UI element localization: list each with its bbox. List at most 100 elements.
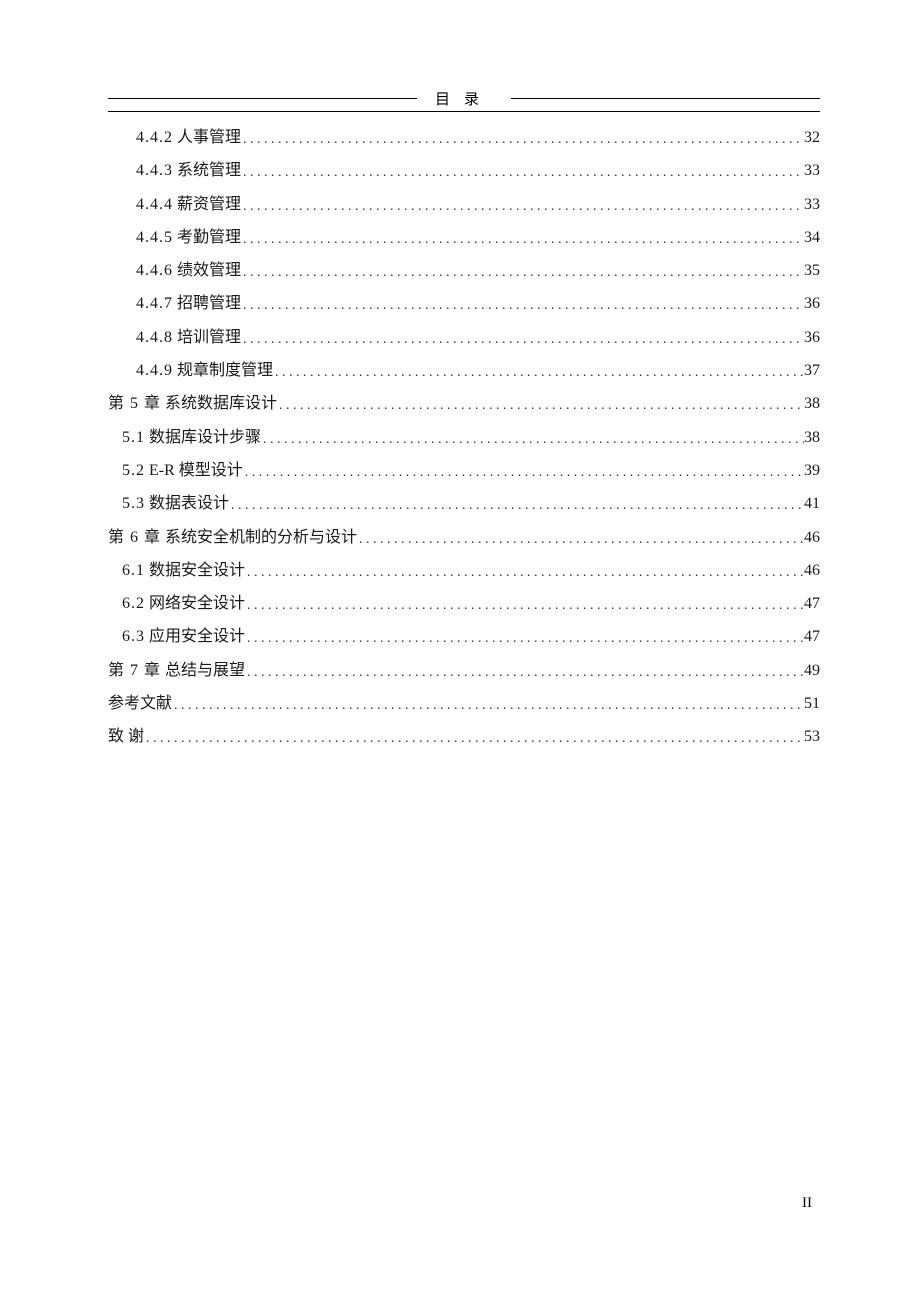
toc-entry-number: 第 5 章 (108, 395, 161, 412)
toc-entry: 4.4.6 绩效管理 35 (108, 259, 820, 284)
toc-entry-page: 46 (804, 526, 820, 551)
toc-entry-page: 53 (804, 725, 820, 750)
toc-entry-label: 第 7 章 总结与展望 (108, 659, 245, 684)
toc-entry-number: 6.3 (122, 628, 145, 645)
toc-leader-dots (144, 728, 804, 750)
toc-entry-number: 4.4.6 (136, 262, 173, 279)
header-rule-right (511, 98, 820, 99)
toc-entry-label: 5.1 数据库设计步骤 (122, 426, 261, 451)
toc-entry: 6.1 数据安全设计 46 (108, 559, 820, 584)
document-page: 目录 4.4.2 人事管理324.4.3 系统管理334.4.4 薪资管理334… (0, 0, 920, 750)
toc-entry-page: 49 (804, 659, 820, 684)
toc-entry-label: 4.4.9 规章制度管理 (136, 359, 273, 384)
toc-entry-number: 第 7 章 (108, 662, 161, 679)
toc-entry: 第 7 章 总结与展望 49 (108, 659, 820, 684)
toc-entry-title: 数据安全设计 (149, 562, 245, 579)
toc-entry: 第 6 章 系统安全机制的分析与设计46 (108, 526, 820, 551)
header-title: 目录 (417, 88, 511, 109)
table-of-contents: 4.4.2 人事管理324.4.3 系统管理334.4.4 薪资管理334.4.… (108, 126, 820, 750)
toc-entry-page: 36 (804, 292, 820, 317)
toc-leader-dots (245, 595, 804, 617)
toc-entry-label: 4.4.8 培训管理 (136, 326, 241, 351)
toc-entry-title: 招聘管理 (177, 295, 241, 312)
toc-entry-number: 4.4.4 (136, 196, 173, 213)
header-rule-left (108, 98, 417, 99)
toc-entry-page: 41 (804, 492, 820, 517)
toc-entry-page: 51 (804, 692, 820, 717)
header-underline (108, 111, 820, 112)
toc-entry-title: 系统管理 (177, 162, 241, 179)
toc-leader-dots (245, 562, 804, 584)
toc-entry: 5.3 数据表设计 41 (108, 492, 820, 517)
toc-entry-page: 39 (804, 459, 820, 484)
toc-entry-label: 6.3 应用安全设计 (122, 625, 245, 650)
page-number-footer: II (802, 1195, 812, 1212)
toc-leader-dots (241, 295, 804, 317)
toc-entry-title: 数据表设计 (149, 495, 229, 512)
toc-entry-label: 4.4.4 薪资管理 (136, 193, 241, 218)
toc-entry-label: 4.4.6 绩效管理 (136, 259, 241, 284)
toc-entry-title: 考勤管理 (177, 229, 241, 246)
toc-entry-label: 参考文献 (108, 692, 172, 717)
toc-entry-page: 35 (804, 259, 820, 284)
toc-entry-number: 5.3 (122, 495, 145, 512)
toc-entry-page: 33 (804, 159, 820, 184)
toc-leader-dots (357, 529, 804, 551)
toc-entry-title: 绩效管理 (177, 262, 241, 279)
toc-entry: 参考文献 51 (108, 692, 820, 717)
toc-entry-number: 4.4.2 (136, 129, 173, 146)
toc-entry-title: 应用安全设计 (149, 628, 245, 645)
toc-entry-number: 4.4.9 (136, 362, 173, 379)
toc-entry-label: 6.2 网络安全设计 (122, 592, 245, 617)
toc-entry-number: 6.2 (122, 595, 145, 612)
toc-entry-page: 47 (804, 592, 820, 617)
toc-leader-dots (241, 262, 804, 284)
toc-entry-page: 36 (804, 326, 820, 351)
toc-entry-number: 5.1 (122, 429, 145, 446)
toc-entry-title: 规章制度管理 (177, 362, 273, 379)
toc-leader-dots (245, 628, 804, 650)
toc-entry: 6.3 应用安全设计 47 (108, 625, 820, 650)
toc-entry: 4.4.9 规章制度管理37 (108, 359, 820, 384)
toc-entry-page: 38 (804, 392, 820, 417)
toc-leader-dots (241, 129, 804, 151)
toc-entry-label: 致 谢 (108, 725, 144, 750)
toc-entry-title: 参考文献 (108, 695, 172, 712)
toc-entry-label: 4.4.3 系统管理 (136, 159, 241, 184)
toc-entry-number: 第 6 章 (108, 529, 161, 546)
toc-entry-page: 47 (804, 625, 820, 650)
toc-entry-title: 致 谢 (108, 728, 144, 745)
toc-entry-page: 34 (804, 226, 820, 251)
toc-entry: 6.2 网络安全设计 47 (108, 592, 820, 617)
toc-leader-dots (241, 162, 804, 184)
toc-leader-dots (277, 395, 804, 417)
toc-entry-number: 4.4.3 (136, 162, 173, 179)
toc-entry-number: 4.4.7 (136, 295, 173, 312)
toc-entry: 第 5 章 系统数据库设计 38 (108, 392, 820, 417)
toc-leader-dots (241, 329, 804, 351)
toc-entry: 4.4.8 培训管理 36 (108, 326, 820, 351)
toc-entry: 5.2 E-R 模型设计 39 (108, 459, 820, 484)
toc-entry-label: 4.4.5 考勤管理 (136, 226, 241, 251)
toc-leader-dots (229, 495, 804, 517)
toc-entry-number: 6.1 (122, 562, 145, 579)
toc-entry-label: 4.4.2 人事管理 (136, 126, 241, 151)
toc-entry-title: 数据库设计步骤 (149, 429, 261, 446)
toc-leader-dots (241, 229, 804, 251)
toc-entry-title: 网络安全设计 (149, 595, 245, 612)
toc-entry-page: 46 (804, 559, 820, 584)
toc-entry: 致 谢 53 (108, 725, 820, 750)
toc-entry-title: 总结与展望 (165, 662, 245, 679)
toc-entry: 4.4.5 考勤管理 34 (108, 226, 820, 251)
toc-entry-title: 系统数据库设计 (165, 395, 277, 412)
toc-leader-dots (172, 695, 804, 717)
toc-entry-label: 5.2 E-R 模型设计 (122, 459, 243, 484)
toc-entry-label: 第 5 章 系统数据库设计 (108, 392, 277, 417)
toc-entry-number: 4.4.8 (136, 329, 173, 346)
toc-entry: 4.4.3 系统管理 33 (108, 159, 820, 184)
toc-entry-title: 培训管理 (177, 329, 241, 346)
toc-entry: 4.4.7 招聘管理 36 (108, 292, 820, 317)
toc-entry-title: E-R 模型设计 (149, 462, 243, 479)
toc-entry: 4.4.4 薪资管理33 (108, 193, 820, 218)
toc-entry-number: 5.2 (122, 462, 145, 479)
